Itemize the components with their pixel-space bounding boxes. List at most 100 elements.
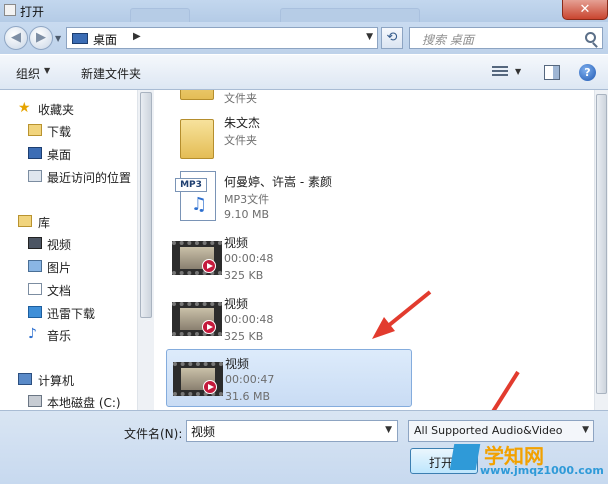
file-list: 文件夹 朱文杰 文件夹 MP3 ♫ 何曼婷、许嵩 - 素颜 MP3文件 9.10 …: [154, 90, 594, 410]
file-type: 文件夹: [224, 134, 257, 147]
back-arrow-icon: ◀: [11, 30, 21, 45]
scrollbar-thumb[interactable]: [596, 94, 607, 394]
file-name: 何曼婷、许嵩 - 素颜: [224, 175, 332, 189]
music-library-icon: ♪: [28, 326, 37, 342]
file-type-select[interactable]: All Supported Audio&Video ▼: [408, 420, 594, 442]
search-input[interactable]: 搜索 桌面: [409, 27, 603, 49]
organize-button[interactable]: 组织: [16, 65, 40, 82]
folder-icon: [180, 119, 214, 159]
sidebar-item-label: 图片: [47, 261, 72, 275]
forward-button[interactable]: ▶: [29, 26, 53, 50]
search-placeholder: 搜索 桌面: [422, 33, 474, 47]
sidebar-item-label: 最近访问的位置: [47, 171, 132, 185]
sidebar-item-xunlei[interactable]: 迅雷下载: [0, 303, 137, 323]
file-duration: 00:00:47: [225, 373, 275, 386]
close-button[interactable]: ✕: [562, 0, 608, 20]
list-item[interactable]: 视频 00:00:48 325 KB: [166, 229, 412, 287]
sidebar-item-label: 计算机: [38, 374, 75, 388]
sidebar-item-label: 音乐: [47, 329, 72, 343]
sidebar-item-local-disk[interactable]: 本地磁盘 (C:): [0, 392, 137, 410]
library-icon: [18, 215, 32, 227]
sidebar-item-computer[interactable]: 计算机: [0, 370, 137, 390]
mp3-file-icon: MP3 ♫: [175, 171, 216, 221]
file-size: 325 KB: [224, 269, 264, 282]
search-icon[interactable]: [585, 32, 596, 43]
sidebar-item-label: 视频: [47, 238, 72, 252]
title-bar: 打开 ✕: [0, 0, 608, 26]
pictures-library-icon: [28, 260, 42, 272]
sidebar-item-videos[interactable]: 视频: [0, 234, 137, 254]
filename-input[interactable]: [191, 423, 376, 439]
file-size: 325 KB: [224, 330, 264, 343]
address-location[interactable]: 桌面: [93, 31, 117, 48]
address-dropdown-icon[interactable]: ▼: [366, 32, 373, 42]
chevron-right-icon[interactable]: ▶: [133, 31, 141, 42]
file-type: 文件夹: [224, 92, 257, 105]
command-toolbar: 组织 ▼ 新建文件夹 ▼ ?: [0, 54, 608, 90]
view-dropdown-icon[interactable]: ▼: [515, 67, 521, 76]
list-item-selected[interactable]: 视频 00:00:47 31.6 MB: [166, 349, 412, 407]
sidebar-item-label: 收藏夹: [38, 103, 75, 117]
watermark: 学知网 www.jmqz1000.com: [449, 440, 604, 480]
file-type: MP3文件: [224, 193, 270, 206]
file-name: 视频: [224, 297, 249, 311]
desktop-icon: [72, 33, 88, 44]
list-item[interactable]: 视频 00:00:48 325 KB: [166, 290, 412, 348]
help-icon[interactable]: ?: [579, 64, 596, 81]
list-item[interactable]: 朱文杰 文件夹: [166, 109, 412, 167]
file-name: 朱文杰: [224, 116, 261, 130]
view-options-icon[interactable]: [492, 66, 508, 80]
file-name: 视频: [225, 357, 250, 371]
xunlei-download-icon: [28, 306, 42, 318]
sidebar-item-label: 迅雷下载: [47, 307, 96, 321]
list-item[interactable]: MP3 ♫ 何曼婷、许嵩 - 素颜 MP3文件 9.10 MB: [166, 168, 412, 226]
sidebar-item-documents[interactable]: 文档: [0, 280, 137, 300]
forward-arrow-icon: ▶: [36, 30, 46, 45]
chevron-down-icon[interactable]: ▼: [385, 425, 392, 435]
sidebar-item-label: 本地磁盘 (C:): [47, 396, 121, 410]
folder-icon: [180, 90, 214, 100]
refresh-icon: ⟲: [386, 30, 398, 45]
sidebar-item-label: 库: [38, 216, 51, 230]
address-row: ◀ ▶ ▼ 桌面 ▶ ▼ ⟲ 搜索 桌面: [0, 22, 608, 54]
video-file-icon: [172, 241, 222, 275]
video-library-icon: [28, 237, 42, 249]
file-list-scrollbar[interactable]: [594, 90, 608, 410]
back-button[interactable]: ◀: [4, 26, 28, 50]
window-icon: [4, 4, 16, 16]
file-duration: 00:00:48: [224, 252, 274, 265]
local-disk-icon: [28, 395, 42, 407]
sidebar-item-label: 桌面: [47, 148, 72, 162]
chevron-down-icon[interactable]: ▼: [582, 425, 589, 435]
video-file-icon: [172, 302, 222, 336]
recent-places-icon: [28, 170, 42, 182]
watermark-logo: [449, 444, 481, 470]
sidebar-item-label: 下载: [47, 125, 72, 139]
sidebar-item-recent[interactable]: 最近访问的位置: [0, 167, 137, 187]
documents-library-icon: [28, 283, 42, 295]
sidebar-item-label: 文档: [47, 284, 72, 298]
list-item[interactable]: 文件夹: [166, 90, 412, 108]
filename-field[interactable]: ▼: [186, 420, 398, 442]
preview-pane-icon[interactable]: [544, 65, 560, 80]
file-size: 9.10 MB: [224, 208, 270, 221]
refresh-button[interactable]: ⟲: [381, 27, 403, 49]
sidebar-item-music[interactable]: ♪ 音乐: [0, 325, 137, 345]
download-folder-icon: [28, 124, 42, 136]
sidebar-item-libraries[interactable]: 库: [0, 212, 137, 232]
file-type-value: All Supported Audio&Video: [414, 424, 563, 437]
chevron-down-icon[interactable]: ▼: [44, 66, 50, 75]
navigation-scrollbar[interactable]: [137, 90, 154, 410]
history-dropdown-icon[interactable]: ▼: [55, 34, 61, 43]
sidebar-item-favorites[interactable]: ★ 收藏夹: [0, 99, 137, 119]
filename-label: 文件名(N):: [124, 427, 183, 441]
sidebar-item-downloads[interactable]: 下载: [0, 121, 137, 141]
navigation-pane: ★ 收藏夹 下载 桌面 最近访问的位置 库 视频 图片 文档 迅雷下载 ♪ 音乐…: [0, 90, 137, 410]
scrollbar-thumb[interactable]: [140, 92, 152, 318]
new-folder-button[interactable]: 新建文件夹: [81, 65, 141, 82]
file-size: 31.6 MB: [225, 390, 271, 403]
address-bar[interactable]: 桌面 ▶ ▼: [66, 27, 378, 49]
sidebar-item-desktop[interactable]: 桌面: [0, 144, 137, 164]
sidebar-item-pictures[interactable]: 图片: [0, 257, 137, 277]
window-title: 打开: [20, 5, 45, 19]
